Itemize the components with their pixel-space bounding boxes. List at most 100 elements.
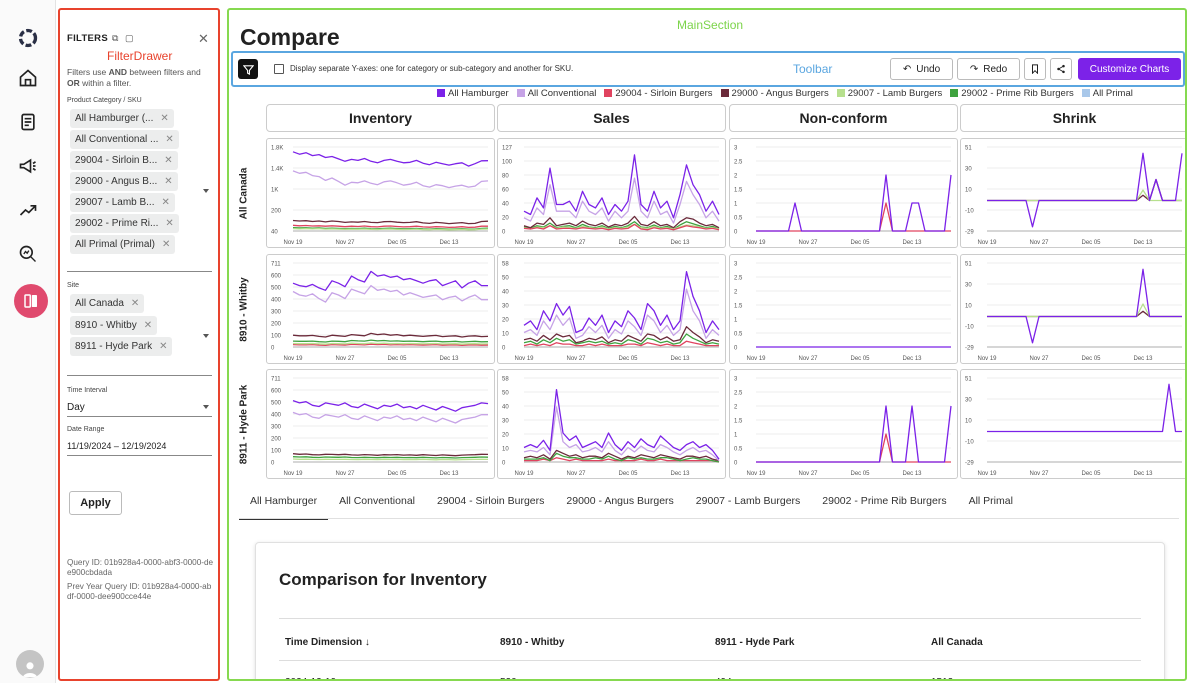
home-icon[interactable] xyxy=(16,66,40,90)
copy-icon[interactable]: ⧉ xyxy=(112,33,118,44)
remove-chip-icon[interactable]: ✕ xyxy=(164,155,172,166)
x-tick-label: Dec 13 xyxy=(1133,240,1153,246)
chart-non-conform-8910-whitby[interactable]: 3 2.5 2 1.5 1 0.5 0 Nov 19 Nov 27 Dec 05 Dec 13 xyxy=(729,254,958,364)
site-chip[interactable]: 8911 - Hyde Park ✕ xyxy=(70,337,173,356)
x-tick-label: Nov 19 xyxy=(283,471,303,477)
table-cell: 494 xyxy=(715,677,732,679)
product-chip[interactable]: All Primal (Primal) ✕ xyxy=(70,235,176,254)
remove-chip-icon[interactable]: ✕ xyxy=(160,113,168,124)
share-button[interactable] xyxy=(1050,58,1072,80)
x-tick-label: Dec 13 xyxy=(670,471,690,477)
tab-series[interactable]: 29004 - Sirloin Burgers xyxy=(426,490,555,520)
undo-button[interactable]: ↶ Undo xyxy=(890,58,953,80)
table-header-all-canada[interactable]: All Canada xyxy=(931,637,983,648)
y-tick-label: 1.5 xyxy=(734,188,743,194)
remove-chip-icon[interactable]: ✕ xyxy=(159,341,167,352)
chart-inventory-all-canada[interactable]: 1.8K 1.4K 1K 200 40 Nov 19 Nov 27 Dec 05 Dec 13 xyxy=(266,138,495,248)
bookmark-button[interactable] xyxy=(1024,58,1046,80)
legend-item[interactable]: 29000 - Angus Burgers xyxy=(720,87,829,99)
site-dropdown-icon[interactable] xyxy=(203,334,209,338)
toolbar: Display separate Y-axes: one for categor… xyxy=(231,51,1185,87)
megaphone-icon[interactable] xyxy=(16,154,40,178)
remove-chip-icon[interactable]: ✕ xyxy=(164,176,172,187)
tab-series[interactable]: 29002 - Prime Rib Burgers xyxy=(811,490,957,520)
chart-non-conform-all-canada[interactable]: 3 2.5 2 1.5 1 0.5 0 Nov 19 Nov 27 Dec 05 Dec 13 xyxy=(729,138,958,248)
chart-inventory-8911-hyde-park[interactable]: 711 600 500 400 300 200 100 0 Nov 19 Nov 27 Dec 05… xyxy=(266,369,495,479)
legend-item[interactable]: 29004 - Sirloin Burgers xyxy=(604,87,713,99)
product-dropdown-icon[interactable] xyxy=(203,189,209,193)
x-tick-label: Nov 19 xyxy=(977,471,997,477)
tab-series[interactable]: All Hamburger xyxy=(239,490,329,520)
document-icon[interactable] xyxy=(16,110,40,134)
chart-inventory-8910-whitby[interactable]: 711 600 500 400 300 200 100 0 Nov 19 Nov 27 Dec 05… xyxy=(266,254,495,364)
user-icon[interactable] xyxy=(16,650,44,678)
remove-chip-icon[interactable]: ✕ xyxy=(162,239,170,250)
query-id: Query ID: 01b928a4-0000-abf3-0000-dee900… xyxy=(67,558,214,577)
chart-sales-8911-hyde-park[interactable]: 58 50 40 30 20 10 0 Nov 19 Nov 27 Dec 05 Dec 13 xyxy=(497,369,726,479)
legend-item[interactable]: 29007 - Lamb Burgers xyxy=(836,87,942,99)
table-header-time[interactable]: Time Dimension ↓ xyxy=(285,637,370,648)
site-chip[interactable]: All Canada ✕ xyxy=(70,294,145,313)
remove-chip-icon[interactable]: ✕ xyxy=(162,197,170,208)
tab-series[interactable]: 29007 - Lamb Burgers xyxy=(685,490,811,520)
remove-chip-icon[interactable]: ✕ xyxy=(144,320,152,331)
chart-shrink-all-canada[interactable]: 51 30 10 -10 -29 Nov 19 Nov 27 Dec 05 Dec 13 xyxy=(960,138,1185,248)
product-chip[interactable]: 29004 - Sirloin B... ✕ xyxy=(70,151,178,170)
series-line xyxy=(987,310,1182,318)
interval-label: Time Interval xyxy=(67,387,108,394)
close-icon[interactable]: ✕ xyxy=(198,31,209,47)
remove-chip-icon[interactable]: ✕ xyxy=(165,134,173,145)
product-chip[interactable]: All Conventional ... ✕ xyxy=(70,130,179,149)
y-tick-label: 20 xyxy=(502,433,509,439)
site-chip[interactable]: 8910 - Whitby ✕ xyxy=(70,316,158,335)
y-tick-label: 0 xyxy=(502,346,506,352)
apply-button[interactable]: Apply xyxy=(69,491,122,515)
product-chip[interactable]: 29002 - Prime Ri... ✕ xyxy=(70,214,179,233)
table-header-whitby[interactable]: 8910 - Whitby xyxy=(500,637,564,648)
filter-toggle-button[interactable] xyxy=(238,59,258,79)
y-tick-label: 2.5 xyxy=(734,160,743,166)
table-header-hyde-park[interactable]: 8911 - Hyde Park xyxy=(715,637,795,648)
product-chip[interactable]: All Hamburger (... ✕ xyxy=(70,109,174,128)
legend-item[interactable]: 29002 - Prime Rib Burgers xyxy=(950,87,1074,99)
interval-select[interactable]: Day xyxy=(67,402,85,413)
legend-item[interactable]: All Primal xyxy=(1081,87,1133,99)
column-header-shrink: Shrink xyxy=(960,104,1185,132)
logo-icon[interactable] xyxy=(16,26,40,50)
compare-icon[interactable] xyxy=(14,284,48,318)
table-cell: 1512 xyxy=(931,677,953,679)
chart-svg: 1.8K 1.4K 1K 200 40 Nov 19 Nov 27 Dec 05 Dec 13 xyxy=(271,146,489,246)
x-tick-label: Nov 27 xyxy=(798,240,818,246)
separate-axes-checkbox[interactable] xyxy=(274,64,284,74)
search-chart-icon[interactable] xyxy=(16,242,40,266)
chart-svg: 51 30 10 -10 -29Nov 19 Nov 27 Dec 05 Dec 13 xyxy=(965,146,1183,246)
interval-dropdown-icon[interactable] xyxy=(203,405,209,409)
trend-icon[interactable] xyxy=(16,198,40,222)
clipboard-icon[interactable]: ▢ xyxy=(125,33,134,44)
remove-chip-icon[interactable]: ✕ xyxy=(165,218,173,229)
chart-non-conform-8911-hyde-park[interactable]: 3 2.5 2 1.5 1 0.5 0 Nov 19 Nov 27 Dec 05 Dec 13 xyxy=(729,369,958,479)
x-tick-label: Dec 13 xyxy=(439,471,459,477)
product-chip[interactable]: 29000 - Angus B... ✕ xyxy=(70,172,178,191)
tab-series[interactable]: 29000 - Angus Burgers xyxy=(555,490,684,520)
y-tick-label: 600 xyxy=(271,389,282,395)
tab-series[interactable]: All Primal xyxy=(958,490,1024,520)
legend-item[interactable]: All Conventional xyxy=(516,87,596,99)
chart-shrink-8910-whitby[interactable]: 51 30 10 -10 -29 Nov 19 Nov 27 Dec 05 Dec 13 xyxy=(960,254,1185,364)
chart-sales-8910-whitby[interactable]: 58 50 40 30 20 10 0 Nov 19 Nov 27 Dec 05 Dec 13 xyxy=(497,254,726,364)
main-section: MainSection Compare Display separate Y-a… xyxy=(227,8,1187,681)
remove-chip-icon[interactable]: ✕ xyxy=(131,298,139,309)
chart-shrink-8911-hyde-park[interactable]: 51 30 10 -10 -29 Nov 19 Nov 27 Dec 05 Dec 13 xyxy=(960,369,1185,479)
date-range-input[interactable]: 11/19/2024 – 12/19/2024 xyxy=(67,441,166,451)
tab-series[interactable]: All Conventional xyxy=(328,490,426,520)
chart-sales-all-canada[interactable]: 127 100 80 60 40 20 0 Nov 19 Nov 27 Dec 05 Dec 13 xyxy=(497,138,726,248)
y-tick-label: 2.5 xyxy=(734,391,743,397)
x-tick-label: Nov 27 xyxy=(335,471,355,477)
legend-item[interactable]: All Hamburger xyxy=(437,87,509,99)
series-line xyxy=(987,152,1183,228)
series-line xyxy=(292,219,489,225)
product-chip[interactable]: 29007 - Lamb B... ✕ xyxy=(70,193,175,212)
redo-button[interactable]: ↷ Redo xyxy=(957,58,1020,80)
x-tick-label: Nov 27 xyxy=(1029,240,1049,246)
customize-charts-button[interactable]: Customize Charts xyxy=(1078,58,1181,80)
